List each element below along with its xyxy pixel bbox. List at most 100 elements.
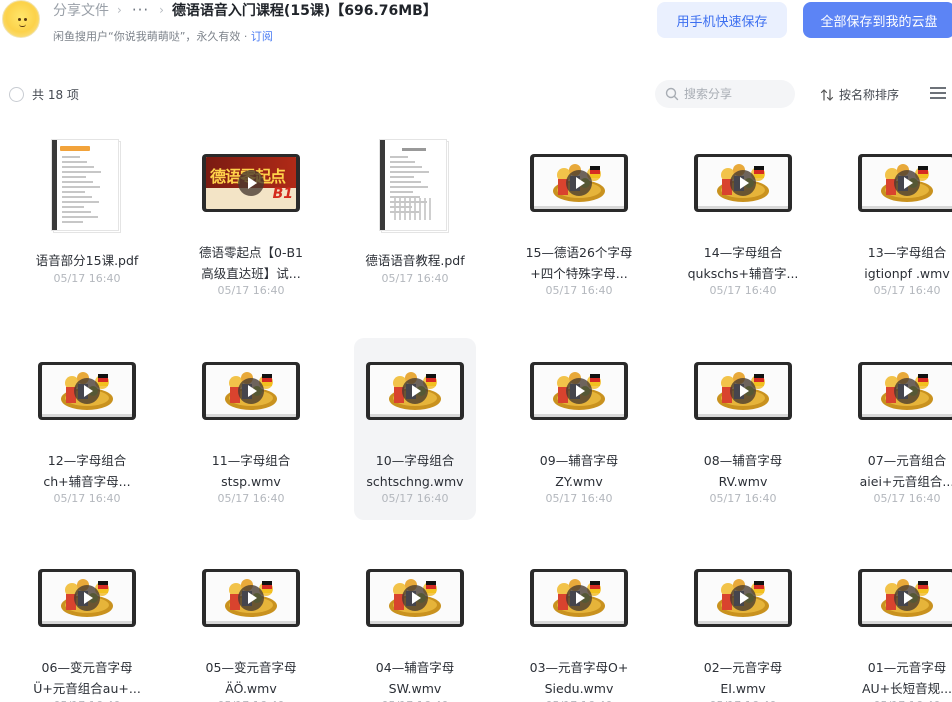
video-thumbnail: [694, 362, 792, 420]
file-name: 12—字母组合 ch+辅音字母...: [43, 453, 131, 489]
file-item[interactable]: 09—辅音字母 ZY.wmv 05/17 16:40: [518, 338, 640, 520]
avatar-eye-left: [18, 18, 21, 21]
file-date: 05/17 16:40: [709, 492, 777, 505]
file-item[interactable]: 14—字母组合 qukschs+辅音字... 05/17 16:40: [682, 130, 804, 312]
video-thumbnail: [858, 154, 952, 212]
file-date: 05/17 16:40: [53, 272, 121, 285]
file-name: 04—辅音字母 SW.wmv: [375, 660, 455, 696]
chevron-right-icon: ›: [117, 3, 122, 17]
page-title: 德语语音入门课程(15课)【696.76MB】: [171, 3, 437, 19]
select-all[interactable]: 共 18 项: [9, 86, 79, 103]
play-icon[interactable]: [730, 378, 756, 404]
play-icon[interactable]: [402, 378, 428, 404]
file-item[interactable]: 04—辅音字母SW.wmv05/17 16:40: [354, 545, 476, 702]
file-date: 05/17 16:40: [709, 284, 777, 297]
pdf-thumbnail: [52, 140, 122, 234]
sort-icon: [820, 88, 834, 101]
video-thumbnail: 德语零起点 B1: [202, 154, 300, 212]
save-by-phone-button[interactable]: 用手机快速保存: [657, 2, 787, 38]
file-date: 05/17 16:40: [545, 492, 613, 505]
video-thumbnail: [38, 362, 136, 420]
file-name: 05—变元音字母 ÄÖ.wmv: [205, 660, 297, 696]
play-icon[interactable]: [566, 585, 592, 611]
video-thumbnail: [530, 362, 628, 420]
file-item[interactable]: 08—辅音字母 RV.wmv 05/17 16:40: [682, 338, 804, 520]
file-name: 09—辅音字母 ZY.wmv: [539, 453, 619, 489]
video-thumbnail: [366, 569, 464, 627]
view-menu-icon[interactable]: [930, 87, 946, 101]
sort-label: 按名称排序: [839, 88, 900, 102]
video-thumbnail: [530, 569, 628, 627]
file-name: 13—字母组合 igtionpf .wmv: [864, 245, 950, 281]
chevron-right-icon: ›: [159, 3, 164, 17]
sharer-text: 闲鱼搜用户“你说我萌萌哒”，永久有效 ·: [53, 30, 251, 43]
file-name: 14—字母组合 qukschs+辅音字...: [687, 245, 799, 281]
pdf-thumbnail: [380, 140, 450, 234]
play-icon[interactable]: [402, 585, 428, 611]
item-count: 共 18 项: [32, 88, 79, 102]
file-name: 01—元音字母 AU+长短音规...: [861, 660, 952, 696]
subscribe-link[interactable]: 订阅: [251, 30, 273, 43]
file-item[interactable]: 07—元音组合 aiei+元音组合... 05/17 16:40: [846, 338, 952, 520]
file-item[interactable]: 05—变元音字母ÄÖ.wmv05/17 16:40: [190, 545, 312, 702]
file-item[interactable]: 01—元音字母AU+长短音规...05/17 16:40: [846, 545, 952, 702]
video-thumbnail: [858, 569, 952, 627]
play-icon[interactable]: [238, 170, 264, 196]
play-icon[interactable]: [566, 170, 592, 196]
play-icon[interactable]: [730, 170, 756, 196]
avatar-eye-right: [24, 18, 27, 21]
play-icon[interactable]: [74, 378, 100, 404]
file-date: 05/17 16:40: [381, 492, 449, 505]
file-item[interactable]: 03—元音字母O+Siedu.wmv05/17 16:40: [518, 545, 640, 702]
avatar: [2, 0, 40, 38]
search-box[interactable]: [655, 80, 795, 108]
sort-button[interactable]: 按名称排序: [820, 86, 899, 103]
file-date: 05/17 16:40: [873, 284, 941, 297]
breadcrumb-root[interactable]: 分享文件: [53, 0, 109, 20]
file-name: 03—元音字母O+ Siedu.wmv: [529, 660, 629, 696]
video-thumbnail: [694, 569, 792, 627]
file-date: 05/17 16:40: [217, 492, 285, 505]
file-item[interactable]: 11—字母组合 stsp.wmv 05/17 16:40: [190, 338, 312, 520]
file-item[interactable]: 02—元音字母EI.wmv05/17 16:40: [682, 545, 804, 702]
play-icon[interactable]: [730, 585, 756, 611]
file-item[interactable]: 06—变元音字母Ü+元音组合au+...05/17 16:40: [26, 545, 148, 702]
play-icon[interactable]: [894, 585, 920, 611]
file-item[interactable]: 15—德语26个字母 +四个特殊字母... 05/17 16:40: [518, 130, 640, 312]
search-icon: [665, 87, 679, 101]
play-icon[interactable]: [894, 170, 920, 196]
file-name: 06—变元音字母 Ü+元音组合au+...: [33, 660, 141, 696]
video-thumbnail: [530, 154, 628, 212]
play-icon[interactable]: [566, 378, 592, 404]
video-thumbnail: [202, 569, 300, 627]
file-date: 05/17 16:40: [381, 272, 449, 285]
video-thumbnail: [366, 362, 464, 420]
file-item[interactable]: 德语语音教程.pdf 05/17 16:40: [354, 130, 476, 312]
video-thumbnail: [202, 362, 300, 420]
file-name: 10—字母组合 schtschng.wmv: [366, 453, 464, 489]
file-item[interactable]: 13—字母组合 igtionpf .wmv 05/17 16:40: [846, 130, 952, 312]
play-icon[interactable]: [894, 378, 920, 404]
file-item[interactable]: 语音部分15课.pdf 05/17 16:40: [26, 130, 148, 312]
avatar-mouth: [19, 24, 26, 27]
select-all-checkbox[interactable]: [9, 87, 24, 102]
file-name: 语音部分15课.pdf: [35, 253, 139, 268]
file-item[interactable]: 12—字母组合 ch+辅音字母... 05/17 16:40: [26, 338, 148, 520]
file-date: 05/17 16:40: [545, 284, 613, 297]
file-name: 08—辅音字母 RV.wmv: [703, 453, 783, 489]
file-item[interactable]: 10—字母组合 schtschng.wmv 05/17 16:40: [354, 338, 476, 520]
file-name: 07—元音组合 aiei+元音组合...: [859, 453, 952, 489]
file-name: 02—元音字母 EI.wmv: [703, 660, 783, 696]
video-thumbnail: [694, 154, 792, 212]
breadcrumb-more[interactable]: ···: [132, 1, 149, 19]
file-item[interactable]: 德语零起点 B1 德语零起点【0-B1高级直达班】试... 05/17 16:40: [190, 130, 312, 312]
file-name: 德语语音教程.pdf: [365, 253, 465, 268]
play-icon[interactable]: [74, 585, 100, 611]
save-all-button[interactable]: 全部保存到我的云盘: [803, 2, 952, 38]
video-thumbnail: [38, 569, 136, 627]
share-info: 闲鱼搜用户“你说我萌萌哒”，永久有效 · 订阅: [53, 28, 273, 44]
play-icon[interactable]: [238, 378, 264, 404]
play-icon[interactable]: [238, 585, 264, 611]
file-date: 05/17 16:40: [53, 492, 121, 505]
search-input[interactable]: [684, 87, 784, 101]
